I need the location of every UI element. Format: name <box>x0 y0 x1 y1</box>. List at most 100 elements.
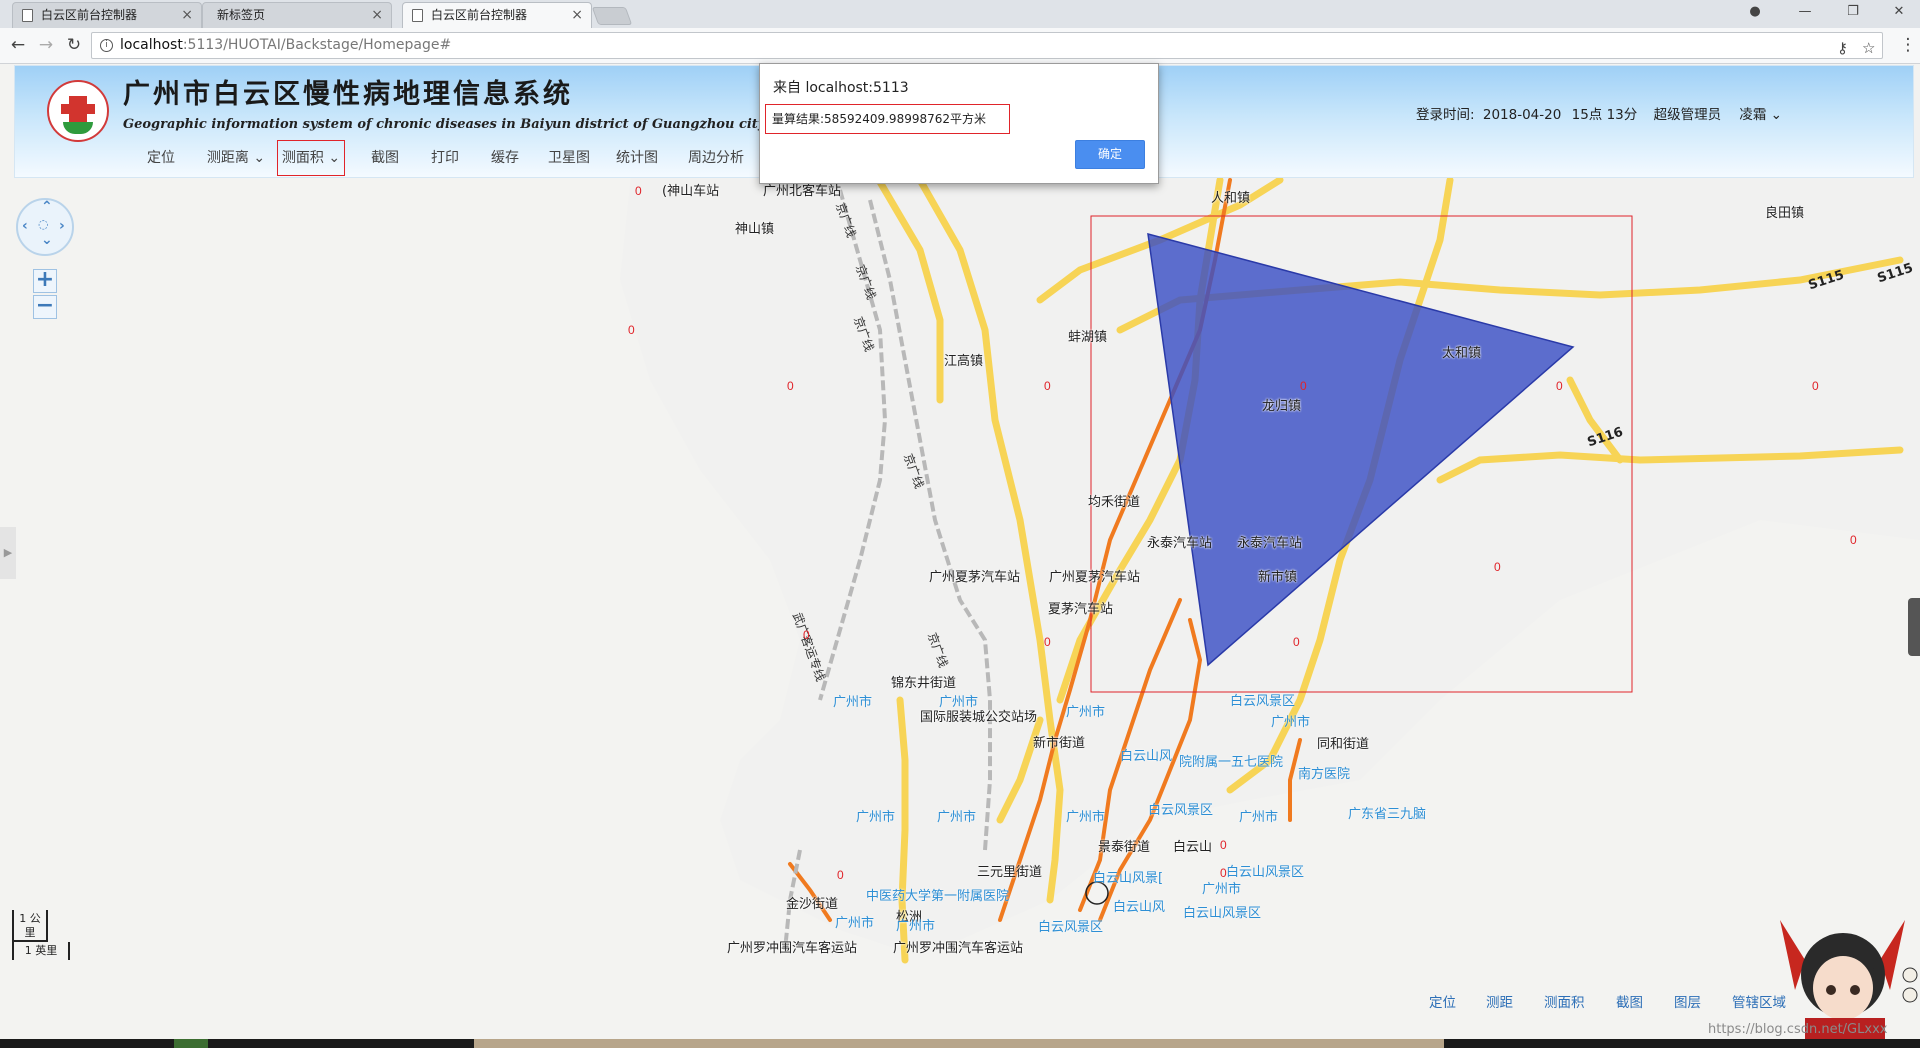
map-place-label: 广州罗冲围汽车客运站 <box>893 941 1024 956</box>
map-place-label: 白云山风景区 <box>1226 865 1305 880</box>
bottom-tool-measure-distance[interactable]: 测距 <box>1486 991 1513 1011</box>
toolbar-label: 定位 <box>147 150 175 166</box>
app-subtitle: Geographic information system of chronic… <box>123 117 766 132</box>
bottom-tool-measure-area[interactable]: 测面积 <box>1544 991 1585 1011</box>
close-icon[interactable]: × <box>371 3 383 27</box>
zoom-in-button[interactable]: + <box>33 269 57 293</box>
toolbar-cache[interactable]: 缓存 <box>483 141 527 175</box>
map-place-label: 广州市 <box>1066 810 1106 825</box>
count-marker[interactable]: 0 <box>1044 379 1051 393</box>
pan-center-icon[interactable]: ◌ <box>38 217 48 231</box>
map-place-label: 白云山风 <box>1120 749 1173 764</box>
count-marker[interactable]: 0 <box>803 628 810 642</box>
tab-title: 白云区前台控制器 <box>431 8 528 22</box>
site-info-icon[interactable]: i <box>100 39 113 52</box>
toolbar-surrounding-analysis[interactable]: 周边分析 <box>681 141 751 175</box>
map-place-label: 广州市 <box>1066 705 1106 720</box>
user-menu[interactable]: 凌霜 ⌄ <box>1739 107 1782 123</box>
toolbar-label: 统计图 <box>616 150 658 166</box>
bottom-tool-layers[interactable]: 图层 <box>1674 991 1701 1011</box>
browser-tab-2[interactable]: 新标签页 × <box>202 2 392 28</box>
menu-icon[interactable]: ⋮ <box>1896 35 1920 55</box>
logo-cross-bar <box>61 104 95 114</box>
pan-down-icon[interactable]: ⌄ <box>41 232 53 248</box>
bookmark-star-icon[interactable]: ☆ <box>1862 36 1875 61</box>
forward-icon[interactable]: → <box>34 35 58 55</box>
count-marker[interactable]: 0 <box>1300 379 1307 393</box>
ok-button[interactable]: 确定 <box>1075 140 1145 169</box>
count-marker[interactable]: 0 <box>837 868 844 882</box>
map-place-label: 龙归镇 <box>1262 399 1302 414</box>
url-path: :5113/HUOTAI/Backstage/Homepage# <box>182 37 452 53</box>
count-marker[interactable]: 0 <box>628 323 635 337</box>
profile-icon[interactable]: ● <box>1740 4 1770 19</box>
count-marker[interactable]: 0 <box>1220 838 1227 852</box>
map-place-label: 金沙街道 <box>786 897 839 912</box>
bottom-tool-screenshot[interactable]: 截图 <box>1616 991 1643 1011</box>
pan-right-icon[interactable]: › <box>59 218 65 234</box>
map-place-label: 神山镇 <box>735 222 775 237</box>
right-panel-handle[interactable] <box>1908 598 1920 656</box>
restore-icon[interactable]: ❐ <box>1838 4 1868 19</box>
alert-dialog: 来自 localhost:5113 量算结果:58592409.98998762… <box>759 63 1159 184</box>
map-place-label: 同和街道 <box>1317 737 1370 752</box>
map-place-label: 景泰街道 <box>1098 840 1151 855</box>
bottom-tool-locate[interactable]: 定位 <box>1429 991 1456 1011</box>
toolbar-measure-distance[interactable]: 测距离 ⌄ <box>201 141 271 175</box>
browser-tab-1[interactable]: 白云区前台控制器 × <box>12 2 202 28</box>
toolbar-label: 打印 <box>431 150 459 166</box>
map-place-label: 广州市 <box>1239 810 1279 825</box>
map-place-label: 广州市 <box>1271 715 1311 730</box>
toolbar-statistics[interactable]: 统计图 <box>609 141 665 175</box>
taskbar-app[interactable] <box>174 1039 208 1048</box>
pan-up-icon[interactable]: ⌃ <box>41 199 53 215</box>
new-tab-button[interactable] <box>591 7 633 25</box>
key-icon[interactable]: ⚷ <box>1837 36 1848 61</box>
map-place-label: 国际服装城公交站场 <box>920 710 1038 725</box>
reload-icon[interactable]: ↻ <box>62 35 86 55</box>
count-marker[interactable]: 0 <box>1812 379 1819 393</box>
count-marker[interactable]: 0 <box>1044 635 1051 649</box>
back-icon[interactable]: ← <box>6 35 30 55</box>
zoom-out-button[interactable]: − <box>33 295 57 319</box>
window-close-icon[interactable]: ✕ <box>1884 4 1914 19</box>
toolbar-print[interactable]: 打印 <box>423 141 467 175</box>
tab-title: 白云区前台控制器 <box>41 8 138 22</box>
url-input[interactable]: i localhost:5113/HUOTAI/Backstage/Homepa… <box>91 32 1883 59</box>
chevron-down-icon: ⌄ <box>1766 107 1782 123</box>
minimize-icon[interactable]: — <box>1790 4 1820 19</box>
close-icon[interactable]: × <box>181 3 193 27</box>
count-marker[interactable]: 0 <box>1850 533 1857 547</box>
map-place-label: 永泰汽车站 <box>1237 536 1303 551</box>
count-marker[interactable]: 0 <box>787 379 794 393</box>
count-marker[interactable]: 0 <box>1556 379 1563 393</box>
page-icon <box>22 9 33 22</box>
map-place-label: 三元里街道 <box>977 865 1043 880</box>
map-place-label: 中医药大学第一附属医院 <box>866 889 1010 904</box>
chevron-down-icon: ⌄ <box>248 150 266 166</box>
mascot-avatar <box>1780 920 1918 1039</box>
user-role: 超级管理员 <box>1653 107 1722 123</box>
map-place-label: 白云风景区 <box>1230 694 1296 709</box>
browser-tab-3[interactable]: 白云区前台控制器 × <box>402 2 592 29</box>
toolbar-measure-area[interactable]: 测面积 ⌄ <box>277 140 345 176</box>
toolbar-label: 缓存 <box>491 150 519 166</box>
pan-left-icon[interactable]: ‹ <box>22 218 28 234</box>
close-icon[interactable]: × <box>571 3 583 27</box>
map-place-label: 良田镇 <box>1765 206 1805 221</box>
expand-panel-button[interactable]: ▶ <box>0 527 16 579</box>
count-marker[interactable]: 0 <box>1494 560 1501 574</box>
count-marker[interactable]: 0 <box>635 184 642 198</box>
map-place-label: 太和镇 <box>1442 346 1482 361</box>
pan-control[interactable]: ⌃ ‹ › ⌄ ◌ <box>16 198 74 256</box>
app-title: 广州市白云区慢性病地理信息系统 <box>123 79 573 110</box>
count-marker[interactable]: 0 <box>1293 635 1300 649</box>
address-bar: ← → ↻ i localhost:5113/HUOTAI/Backstage/… <box>0 28 1920 64</box>
map-place-label: 广州市 <box>835 916 875 931</box>
toolbar-label: 测距离 <box>206 150 249 166</box>
toolbar-locate[interactable]: 定位 <box>139 141 183 175</box>
toolbar-satellite[interactable]: 卫星图 <box>541 141 597 175</box>
count-marker[interactable]: 0 <box>1220 866 1227 880</box>
toolbar-screenshot[interactable]: 截图 <box>363 141 407 175</box>
map-canvas[interactable]: 神山镇 人和镇 良田镇 江高镇 蚌湖镇 太和镇 龙归镇 均禾街道 永泰汽车站 永泰汽车站 新市镇 广州… <box>0 64 1920 1039</box>
